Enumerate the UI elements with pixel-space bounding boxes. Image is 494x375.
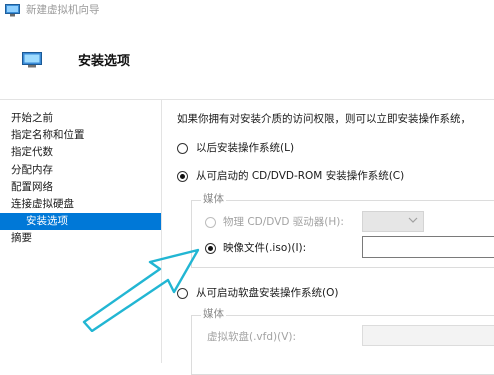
sidebar-item-memory[interactable]: 分配内存 [0,162,161,179]
sidebar-item-installation-options[interactable]: 安装选项 [0,213,161,231]
vfd-input[interactable] [362,325,494,346]
wizard-steps: 开始之前 指定名称和位置 指定代数 分配内存 配置网络 连接虚拟硬盘 安装选项 … [0,110,161,248]
monitor-icon [22,52,42,68]
header-divider [0,99,494,100]
floppy-media-legend: 媒体 [201,308,226,321]
install-floppy-radio[interactable] [177,288,188,299]
monitor-icon [5,4,20,17]
physical-drive-label: 物理 CD/DVD 驱动器(H): [223,216,344,228]
physical-drive-radio[interactable] [205,217,216,228]
install-cd-dvd-label[interactable]: 从可启动的 CD/DVD-ROM 安装操作系统(C) [196,170,404,183]
vfd-label: 虚拟软盘(.vfd)(V): [207,331,297,343]
install-later-radio[interactable] [177,143,188,154]
install-later-label[interactable]: 以后安装操作系统(L) [196,142,294,155]
sidebar-divider [161,100,162,363]
image-file-label[interactable]: 映像文件(.iso)(I): [223,242,306,255]
sidebar-item-network[interactable]: 配置网络 [0,179,161,196]
install-floppy-label[interactable]: 从可启动软盘安装操作系统(O) [196,287,338,300]
chevron-down-icon [408,217,418,223]
page-title: 安装选项 [78,54,131,69]
sidebar-item-before-you-begin[interactable]: 开始之前 [0,110,161,127]
title-bar: 新建虚拟机向导 [0,0,494,22]
sidebar-item-summary[interactable]: 摘要 [0,230,161,247]
window-title: 新建虚拟机向导 [26,4,100,16]
install-cd-dvd-radio[interactable] [177,171,188,182]
sidebar-item-generation[interactable]: 指定代数 [0,144,161,161]
image-file-radio[interactable] [205,243,216,254]
image-file-input[interactable] [362,236,494,258]
sidebar-item-virtual-disk[interactable]: 连接虚拟硬盘 [0,196,161,213]
sidebar-item-name-location[interactable]: 指定名称和位置 [0,127,161,144]
description-text: 如果你拥有对安装介质的访问权限，则可以立即安装操作系统， [177,113,471,125]
media-legend: 媒体 [201,193,226,206]
